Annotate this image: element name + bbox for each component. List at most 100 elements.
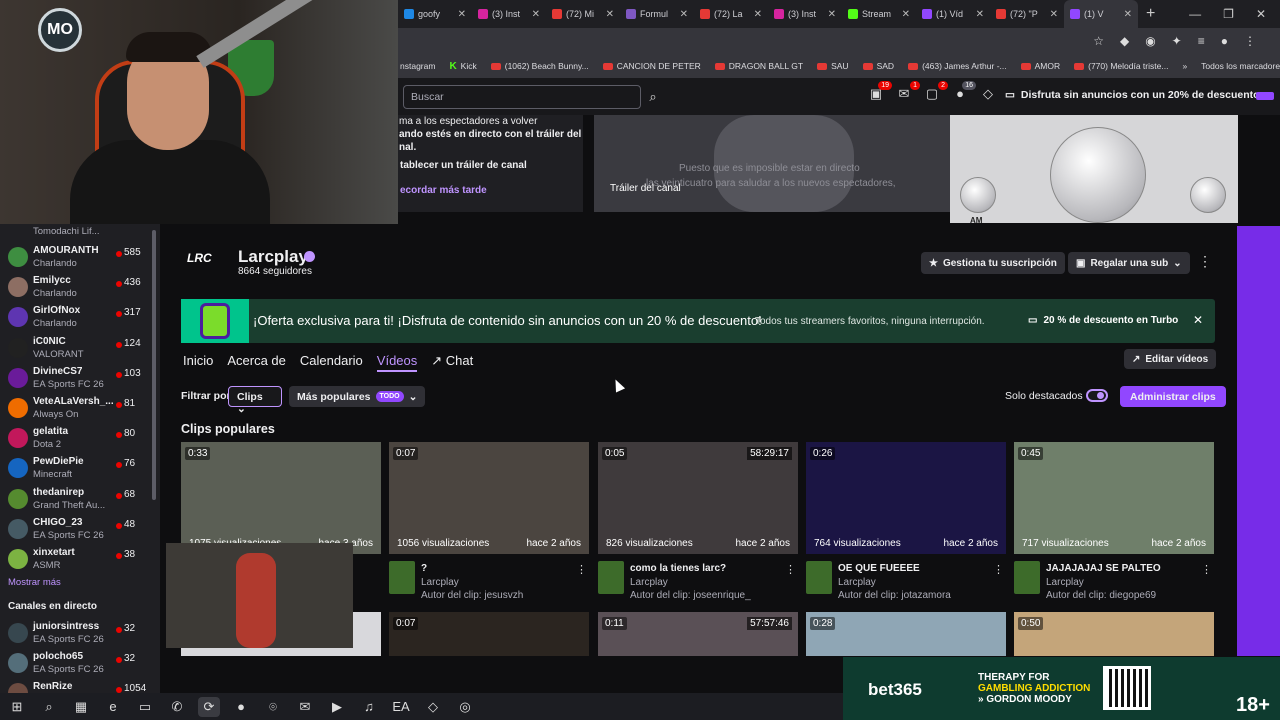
promo-turbo-button[interactable]: ▭ 20 % de descuento en Turbo [1028, 315, 1178, 326]
clip-channel[interactable]: Larcplay [421, 577, 459, 588]
bookmarks-more-button[interactable]: » [1182, 61, 1187, 71]
new-tab-button[interactable]: + [1146, 5, 1155, 23]
bookmark-item[interactable]: (770) Melodía triste... [1074, 61, 1168, 72]
sidebar-channel[interactable]: juniorsintress EA Sports FC 26 32 [0, 618, 152, 648]
sidebar-channel[interactable]: GirlOfNox Charlando 317 [0, 302, 152, 332]
clip-more-icon[interactable]: ⋮ [993, 563, 1004, 576]
turbo-link[interactable]: ▭ Disfruta sin anuncios con un 20% de de… [1005, 89, 1262, 101]
trailer-video[interactable]: Puesto que es imposible estar en directo… [594, 115, 950, 212]
taskbar-app-icon[interactable]: ✆ [166, 697, 188, 717]
browser-tab[interactable]: (3) Inst ✕ [768, 0, 842, 28]
clip-more-icon[interactable]: ⋮ [576, 563, 587, 576]
filter-type-dropdown[interactable]: Clips ⌄ [228, 386, 282, 415]
taskbar-app-icon[interactable]: ✉ [294, 697, 316, 717]
sidebar-channel[interactable]: AMOURANTH Charlando 585 [0, 242, 152, 272]
inbox-icon[interactable]: ✉ 1 [896, 81, 920, 104]
taskbar-app-icon[interactable]: ⟳ [198, 696, 220, 717]
channel-more-button[interactable]: ⋮ [1198, 253, 1212, 270]
manage-clips-button[interactable]: Administrar clips [1120, 386, 1226, 407]
remind-later-button[interactable]: ecordar más tarde [400, 185, 487, 196]
clip-title[interactable]: ? [421, 563, 427, 574]
close-tab-icon[interactable]: ✕ [902, 9, 910, 20]
prime-icon[interactable]: ▣ 19 [868, 81, 892, 104]
maximize-button[interactable]: ❐ [1223, 7, 1234, 21]
clip-thumbnail[interactable]: 0:07 [389, 612, 589, 656]
clip-thumbnail[interactable]: 0:28 [806, 612, 1006, 656]
clip-channel[interactable]: Larcplay [1046, 577, 1084, 588]
bookmark-item[interactable]: DRAGON BALL GT [714, 61, 803, 72]
taskbar-app-icon[interactable]: e [102, 697, 124, 717]
channel-avatar[interactable]: LRC [187, 251, 229, 275]
clip-title[interactable]: OE QUE FUEEEE [838, 563, 920, 574]
taskbar-app-icon[interactable]: ▦ [70, 697, 92, 717]
clip-thumbnail[interactable]: 0:26 764 visualizaciones hace 2 años [806, 442, 1006, 554]
search-input[interactable]: Buscar [403, 85, 641, 109]
clip-more-icon[interactable]: ⋮ [785, 563, 796, 576]
taskbar-app-icon[interactable]: EA [390, 697, 412, 717]
tab-chat[interactable]: ↗ Chat [431, 353, 473, 372]
tab-inicio[interactable]: Inicio [183, 353, 213, 372]
bookmark-item[interactable]: nstagram [400, 61, 435, 72]
taskbar-app-icon[interactable]: ⌕ [38, 697, 60, 717]
sidebar-channel[interactable]: Emilycc Charlando 436 [0, 272, 152, 302]
gift-sub-button[interactable]: ▣ Regalar una sub ⌄ [1068, 252, 1190, 274]
browser-tab[interactable]: goofy ✕ [398, 0, 472, 28]
sidebar-channel[interactable]: iC0NIC VALORANT 124 [0, 333, 152, 363]
minimize-button[interactable]: — [1189, 7, 1201, 21]
show-more-link[interactable]: Mostrar más [8, 577, 61, 588]
sidebar-channel[interactable]: PewDiePie Minecraft 76 [0, 453, 152, 483]
tab-videos[interactable]: Vídeos [376, 353, 418, 372]
clip-more-icon[interactable]: ⋮ [1201, 563, 1212, 576]
clip-channel-avatar[interactable] [1014, 561, 1040, 594]
sidebar-channel[interactable]: CHIGO_23 EA Sports FC 26 48 [0, 514, 152, 544]
bookmark-item[interactable]: SAU [817, 61, 849, 72]
clip-title[interactable]: JAJAJAJAJ SE PALTEO [1046, 563, 1161, 574]
close-tab-icon[interactable]: ✕ [1124, 9, 1132, 20]
whispers-icon[interactable]: ▢ 2 [924, 81, 948, 104]
taskbar-app-icon[interactable]: ◎ [454, 697, 476, 717]
sort-dropdown[interactable]: Más populares TODO ⌄ [289, 386, 426, 407]
clip-thumbnail[interactable]: 0:05 58:29:17 826 visualizaciones hace 2 añ… [598, 442, 798, 554]
browser-tab[interactable]: (72) "P ✕ [990, 0, 1064, 28]
featured-only-toggle[interactable] [1086, 389, 1108, 402]
close-window-button[interactable]: ✕ [1256, 7, 1266, 21]
profile-icon[interactable]: ● [1221, 34, 1228, 48]
sidebar-channel[interactable]: thedanirep Grand Theft Au... 68 [0, 484, 152, 514]
browser-tab[interactable]: (1) V ✕ [1064, 0, 1138, 28]
browser-tab[interactable]: Stream ✕ [842, 0, 916, 28]
taskbar-app-icon[interactable]: ▭ [134, 697, 156, 717]
close-tab-icon[interactable]: ✕ [828, 9, 836, 20]
clip-channel-avatar[interactable] [806, 561, 832, 594]
browser-tab[interactable]: (3) Inst ✕ [472, 0, 546, 28]
clip-channel-avatar[interactable] [389, 561, 415, 594]
notifications-icon[interactable]: ● 16 [952, 81, 976, 104]
browser-tab[interactable]: Formul ✕ [620, 0, 694, 28]
sidebar-channel[interactable]: polocho65 EA Sports FC 26 32 [0, 648, 152, 678]
close-icon[interactable]: ✕ [1193, 313, 1203, 327]
edit-videos-button[interactable]: ↗ Editar vídeos [1124, 349, 1217, 369]
close-tab-icon[interactable]: ✕ [532, 9, 540, 20]
bookmark-item[interactable]: AMOR [1020, 61, 1060, 72]
taskbar-app-icon[interactable]: ▶ [326, 697, 348, 717]
bookmark-item[interactable]: CANCION DE PETER [602, 61, 701, 72]
browser-tab[interactable]: (72) Mi ✕ [546, 0, 620, 28]
puzzle-icon[interactable]: ✦ [1172, 34, 1182, 48]
shield-icon[interactable]: ◉ [1145, 34, 1155, 48]
channel-name[interactable]: Larcplay [238, 247, 308, 267]
bookmark-item[interactable]: K Kick [449, 61, 476, 72]
extension-icon[interactable]: ◆ [1120, 34, 1129, 48]
sidebar-channel[interactable]: xinxetart ASMR 38 [0, 544, 152, 574]
star-icon[interactable]: ☆ [1093, 34, 1104, 48]
sidebar-scrollbar[interactable] [152, 230, 156, 500]
clip-thumbnail[interactable]: 0:07 1056 visualizaciones hace 2 años [389, 442, 589, 554]
browser-tab[interactable]: (1) Víd ✕ [916, 0, 990, 28]
tab-acerca-de[interactable]: Acerca de [227, 353, 286, 372]
search-icon[interactable]: ⌕ [642, 85, 664, 109]
setup-trailer-button[interactable]: tablecer un tráiler de canal [400, 160, 527, 171]
close-tab-icon[interactable]: ✕ [680, 9, 688, 20]
manage-subscription-button[interactable]: ★ Gestiona tu suscripción [921, 252, 1065, 274]
bits-icon[interactable]: ◇ [980, 86, 996, 104]
clip-channel[interactable]: Larcplay [838, 577, 876, 588]
sidebar-channel[interactable]: DivineCS7 EA Sports FC 26 103 [0, 363, 152, 393]
close-tab-icon[interactable]: ✕ [458, 9, 466, 20]
